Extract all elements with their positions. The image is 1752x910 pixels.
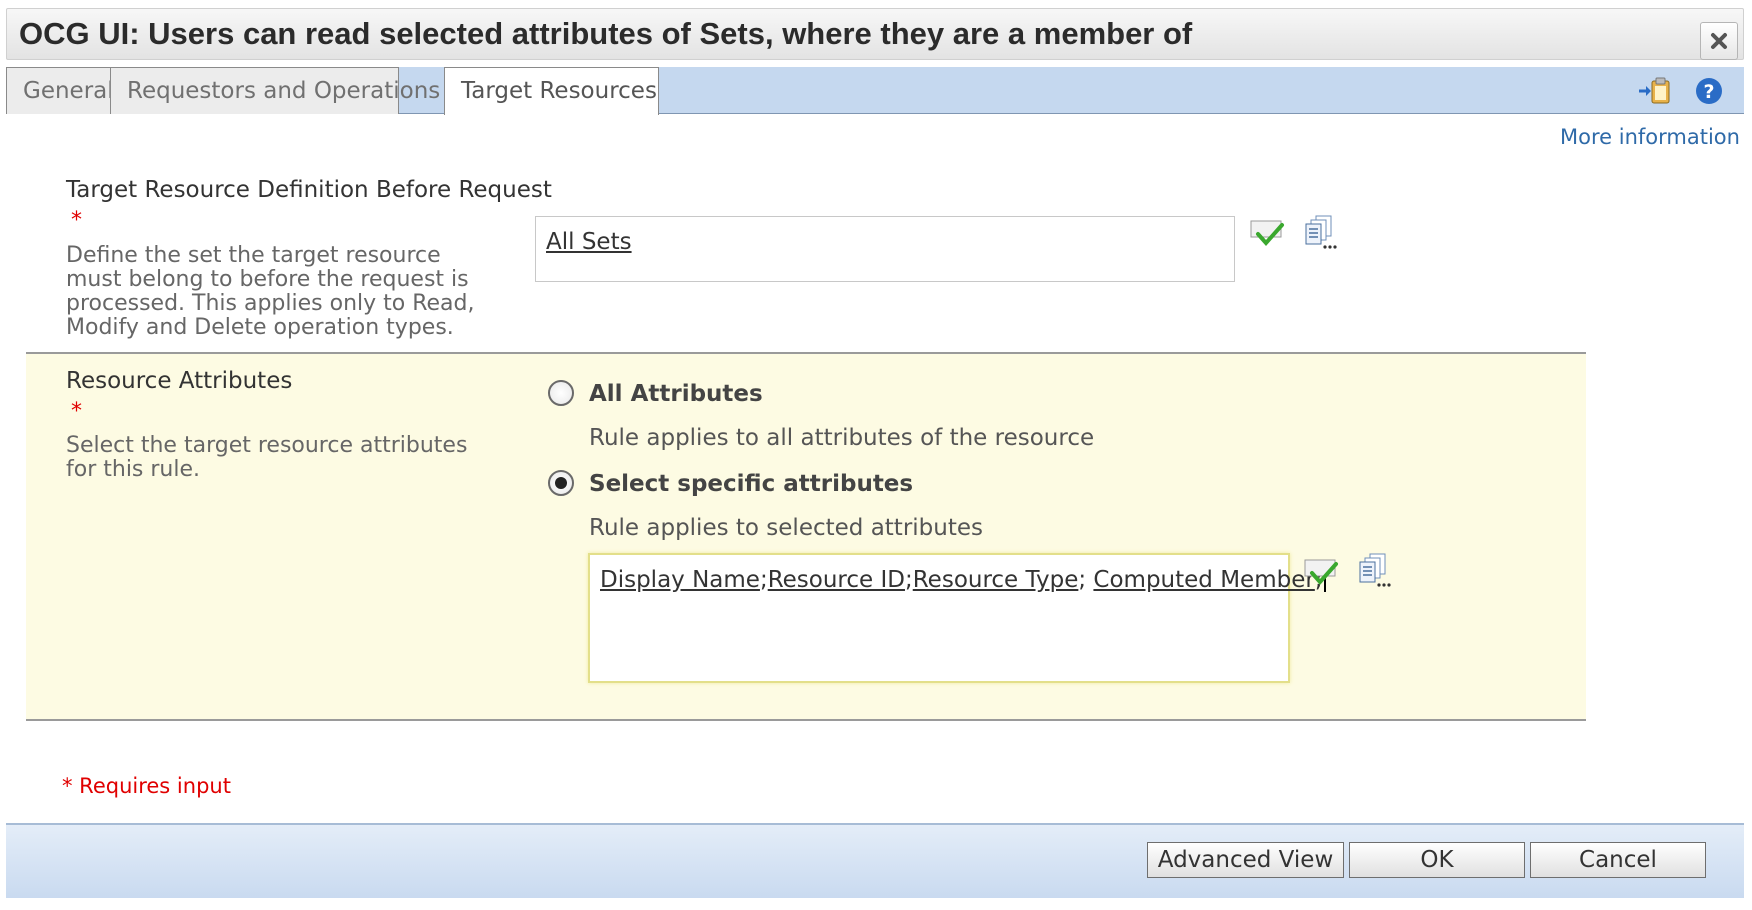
required-marker: * [71,399,82,424]
cancel-button[interactable]: Cancel [1530,842,1706,878]
required-marker: * [71,208,82,233]
title-bar: OCG UI: Users can read selected attribut… [6,8,1744,60]
validate-check-icon[interactable] [1249,216,1285,252]
close-button[interactable] [1700,22,1738,60]
attribute-resource-id[interactable]: Resource ID [768,567,905,593]
svg-text:?: ? [1703,81,1714,103]
close-icon [1711,33,1727,49]
help-icon[interactable]: ? [1692,76,1726,106]
tab-general[interactable]: General [6,67,114,114]
requires-input-note: * Requires input [62,774,231,798]
attribute-display-name[interactable]: Display Name [600,567,760,593]
attribute-resource-type[interactable]: Resource Type [913,567,1079,593]
validate-check-icon[interactable] [1303,555,1339,591]
dialog-footer: Advanced View OK Cancel [6,823,1744,898]
dialog-title: OCG UI: Users can read selected attribut… [19,16,1193,51]
tab-target-resources[interactable]: Target Resources [444,67,659,115]
more-information-link[interactable]: More information [1560,125,1740,149]
all-attributes-label[interactable]: All Attributes [589,381,763,407]
target-resource-description: Define the set the target resource must … [66,243,475,340]
resource-attributes-description: Select the target resource attributes fo… [66,433,468,482]
paste-icon[interactable] [1637,76,1671,106]
select-specific-attributes-label[interactable]: Select specific attributes [589,471,913,497]
all-attributes-radio[interactable] [548,380,574,406]
target-resource-label: Target Resource Definition Before Reques… [66,177,552,203]
target-resource-value[interactable]: All Sets [546,229,632,255]
select-specific-attributes-radio[interactable] [548,470,574,496]
all-attributes-description: Rule applies to all attributes of the re… [589,425,1095,451]
browse-icon[interactable] [1358,552,1394,588]
resource-attributes-label: Resource Attributes [66,368,293,394]
select-specific-attributes-description: Rule applies to selected attributes [589,515,983,541]
target-resource-field[interactable]: All Sets [535,216,1235,282]
browse-icon[interactable] [1304,214,1340,250]
selected-attributes-value[interactable]: Display Name;Resource ID;Resource Type; … [600,566,1326,593]
tab-bar: General Requestors and Operations Target… [6,67,1744,115]
dialog: OCG UI: Users can read selected attribut… [0,0,1752,910]
tab-requestors-and-operations[interactable]: Requestors and Operations [110,67,440,114]
attribute-computed-member[interactable]: Computed Member [1093,567,1314,593]
ok-button[interactable]: OK [1349,842,1525,878]
selected-attributes-field[interactable]: Display Name;Resource ID;Resource Type; … [588,553,1326,683]
advanced-view-button[interactable]: Advanced View [1147,842,1344,878]
